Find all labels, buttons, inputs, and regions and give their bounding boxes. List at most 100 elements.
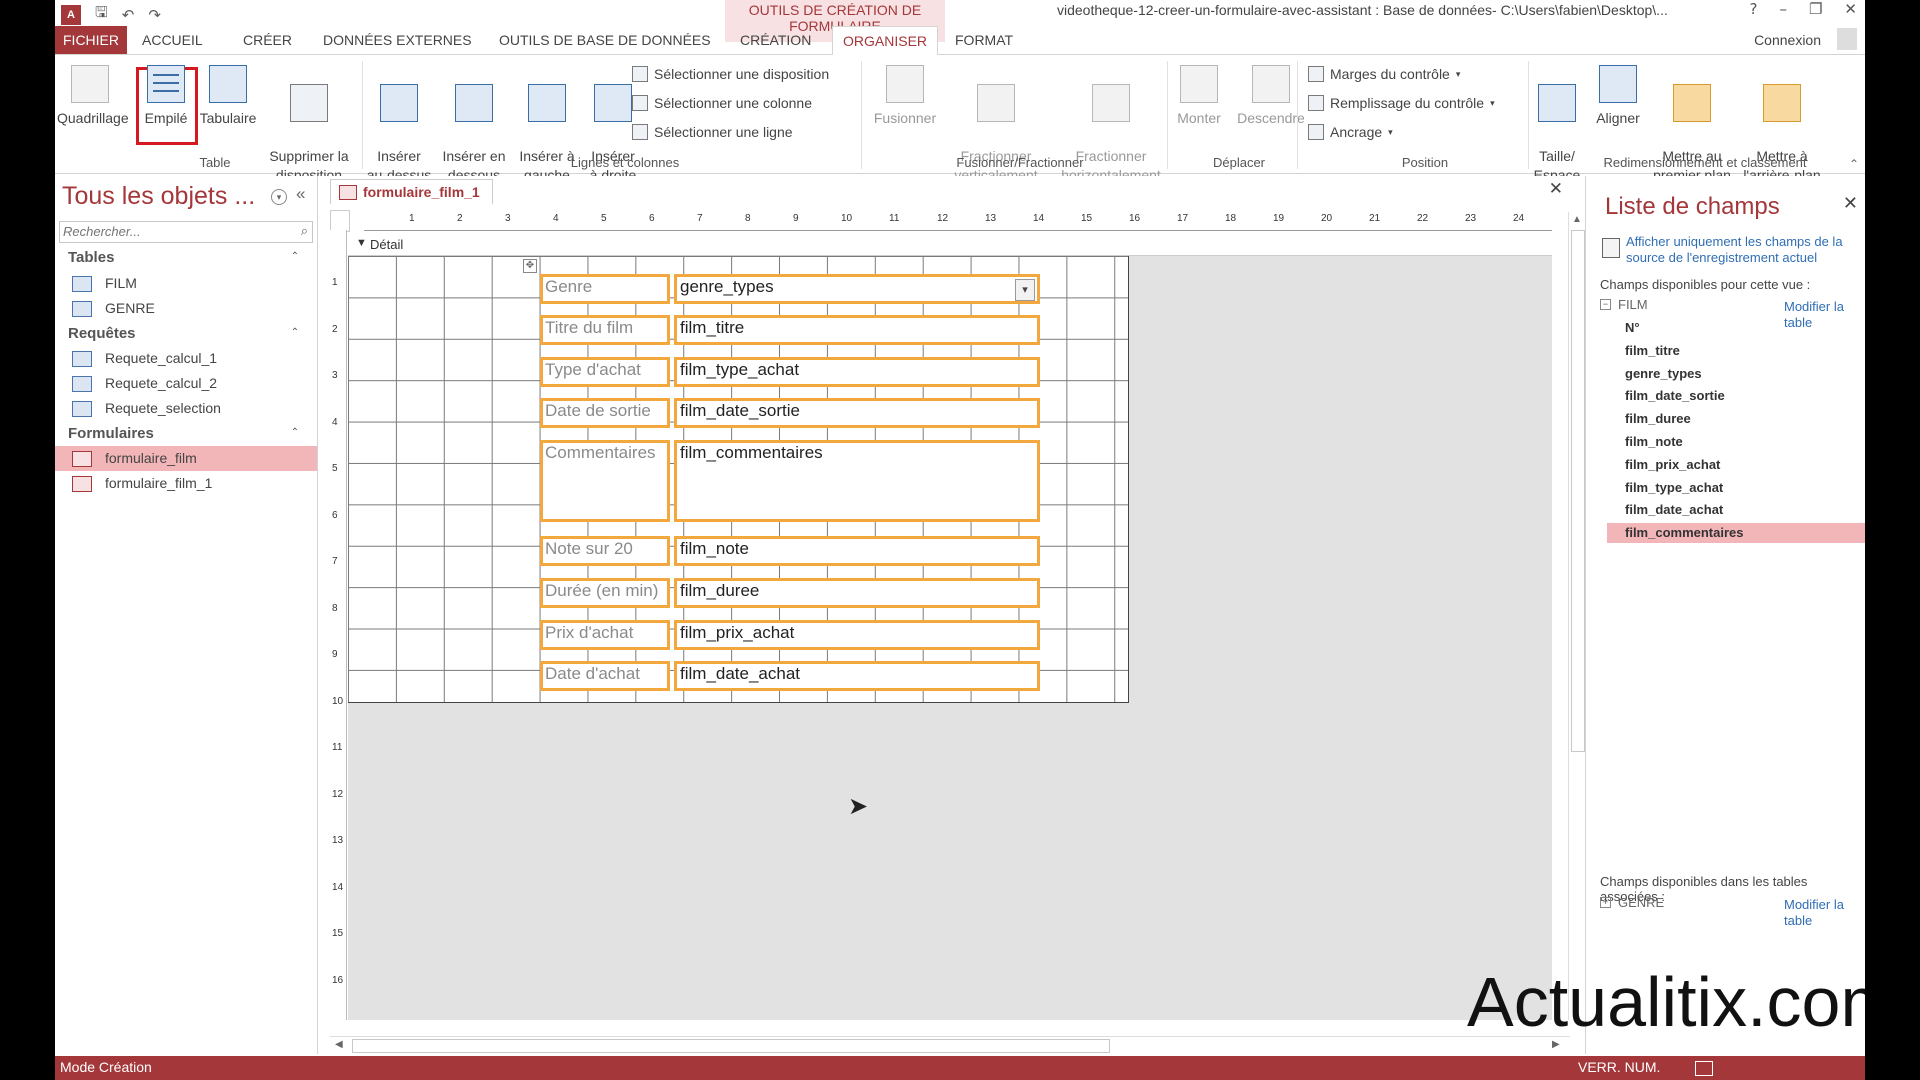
help-button[interactable]: ? — [1750, 0, 1758, 18]
textbox-film-date-achat[interactable]: film_date_achat — [674, 661, 1040, 691]
select-column-button[interactable]: Sélectionner une colonne — [632, 95, 812, 111]
nav-section-requetes[interactable]: Requêtes ⌃ — [55, 322, 317, 346]
scrollbar-thumb[interactable] — [352, 1039, 1110, 1053]
align-button[interactable]: Aligner — [1588, 65, 1648, 128]
field-item[interactable]: film_titre — [1607, 341, 1865, 361]
collapse-icon[interactable]: ⌃ — [289, 251, 301, 263]
chevron-down-icon[interactable]: ▾ — [1015, 279, 1035, 301]
nav-pane-title[interactable]: Tous les objets ... — [62, 182, 255, 211]
nav-section-formulaires[interactable]: Formulaires ⌃ — [55, 422, 317, 446]
scrollbar-thumb[interactable] — [1571, 230, 1585, 752]
label-note[interactable]: Note sur 20 — [540, 536, 670, 566]
scroll-left-icon[interactable]: ◀ — [335, 1039, 343, 1050]
control-padding-button[interactable]: Remplissage du contrôle ▾ — [1308, 95, 1495, 111]
nav-item-requete-calcul-2[interactable]: Requete_calcul_2 — [55, 371, 317, 396]
label-titre-film[interactable]: Titre du film — [540, 315, 670, 345]
field-item[interactable]: film_prix_achat — [1607, 455, 1865, 475]
nav-menu-dropdown-icon[interactable]: ▾ — [271, 189, 287, 205]
show-source-fields-link[interactable]: Afficher uniquement les champs de la sou… — [1626, 234, 1856, 266]
expand-icon[interactable]: + — [1600, 897, 1611, 908]
search-input[interactable] — [60, 222, 286, 240]
nav-shutter-icon[interactable]: « — [296, 184, 305, 204]
form-detail-grid[interactable]: ✥ Genre genre_types ▾ Titre du film film… — [348, 256, 1129, 703]
nav-item-genre[interactable]: GENRE — [55, 296, 317, 321]
tab-accueil[interactable]: ACCUEIL — [132, 26, 213, 54]
layout-move-handle-icon[interactable]: ✥ — [523, 259, 537, 273]
remove-layout-button[interactable]: Supprimer la disposition — [261, 65, 357, 185]
field-item-selected[interactable]: film_commentaires — [1607, 523, 1865, 543]
edit-related-table-link[interactable]: Modifier la table — [1784, 897, 1865, 929]
label-genre[interactable]: Genre — [540, 274, 670, 304]
stacked-button[interactable]: Empilé — [138, 65, 194, 128]
horizontal-scrollbar[interactable]: ◀ ▶ — [330, 1036, 1570, 1053]
collapse-ribbon-icon[interactable]: ⌃ — [1849, 157, 1859, 171]
collapse-icon[interactable]: − — [1600, 299, 1611, 310]
tab-format[interactable]: FORMAT — [945, 26, 1023, 54]
redo-icon[interactable]: ↷ — [148, 6, 161, 24]
form-selector[interactable] — [330, 210, 350, 232]
field-item[interactable]: film_duree — [1607, 409, 1865, 429]
textbox-film-note[interactable]: film_note — [674, 536, 1040, 566]
tabular-button[interactable]: Tabulaire — [195, 65, 261, 128]
tab-donnees-externes[interactable]: DONNÉES EXTERNES — [313, 26, 482, 54]
tab-outils-bdd[interactable]: OUTILS DE BASE DE DONNÉES — [489, 26, 721, 54]
textbox-film-commentaires[interactable]: film_commentaires — [674, 440, 1040, 522]
save-icon[interactable]: 🖫 — [95, 2, 108, 27]
vertical-scrollbar[interactable]: ▲ — [1568, 212, 1585, 1020]
label-date-achat[interactable]: Date d'achat — [540, 661, 670, 691]
select-row-button[interactable]: Sélectionner une ligne — [632, 124, 793, 140]
nav-item-formulaire-film-1[interactable]: formulaire_film_1 — [55, 471, 317, 496]
design-view-icon[interactable] — [1695, 1061, 1713, 1076]
close-icon[interactable]: ✕ — [1844, 0, 1857, 18]
field-item[interactable]: genre_types — [1607, 364, 1865, 384]
tab-creer[interactable]: CRÉER — [233, 26, 302, 54]
nav-section-tables[interactable]: Tables ⌃ — [55, 246, 317, 270]
nav-item-requete-selection[interactable]: Requete_selection — [55, 396, 317, 421]
anchoring-button[interactable]: Ancrage ▾ — [1308, 124, 1393, 140]
combo-genre-types[interactable]: genre_types ▾ — [674, 274, 1040, 304]
nav-item-film[interactable]: FILM — [55, 271, 317, 296]
nav-search-box[interactable]: ⌕ — [59, 221, 313, 243]
minimize-icon[interactable]: – — [1779, 0, 1787, 18]
field-item[interactable]: film_note — [1607, 432, 1865, 452]
connexion-link[interactable]: Connexion — [1754, 32, 1821, 48]
insert-above-button[interactable]: Insérer au-dessus — [364, 65, 434, 185]
restore-icon[interactable]: ❐ — [1809, 0, 1822, 18]
textbox-film-titre[interactable]: film_titre — [674, 315, 1040, 345]
control-margins-button[interactable]: Marges du contrôle ▾ — [1308, 66, 1460, 82]
scroll-up-icon[interactable]: ▲ — [1572, 214, 1582, 225]
doc-tab-formulaire-film-1[interactable]: formulaire_film_1 — [330, 179, 493, 204]
tab-fichier[interactable]: FICHIER — [55, 26, 127, 54]
collapse-icon[interactable]: ⌃ — [289, 427, 301, 439]
nav-item-formulaire-film[interactable]: formulaire_film — [55, 446, 317, 471]
label-date-sortie[interactable]: Date de sortie — [540, 398, 670, 428]
textbox-film-duree[interactable]: film_duree — [674, 578, 1040, 608]
move-down-button[interactable]: Descendre — [1231, 65, 1311, 128]
label-type-achat[interactable]: Type d'achat — [540, 357, 670, 387]
insert-below-button[interactable]: Insérer en dessous — [434, 65, 514, 185]
tab-organiser[interactable]: ORGANISER — [832, 26, 939, 56]
textbox-film-type-achat[interactable]: film_type_achat — [674, 357, 1040, 387]
label-prix-achat[interactable]: Prix d'achat — [540, 620, 670, 650]
close-icon[interactable]: ✕ — [1843, 193, 1858, 214]
label-commentaires[interactable]: Commentaires — [540, 440, 670, 522]
select-layout-button[interactable]: Sélectionner une disposition — [632, 66, 829, 82]
textbox-film-prix-achat[interactable]: film_prix_achat — [674, 620, 1040, 650]
label-duree[interactable]: Durée (en min) — [540, 578, 670, 608]
move-up-button[interactable]: Monter — [1167, 65, 1231, 128]
field-table-film[interactable]: − FILM — [1600, 297, 1648, 312]
close-document-icon[interactable]: ✕ — [1549, 179, 1563, 199]
detail-section-bar[interactable]: ▼ Détail — [348, 235, 1552, 256]
undo-icon[interactable]: ↶ — [122, 6, 135, 24]
field-item[interactable]: film_type_achat — [1607, 478, 1865, 498]
field-table-genre[interactable]: + GENRE — [1600, 895, 1664, 910]
gridlines-button[interactable]: Quadrillage — [57, 65, 129, 128]
collapse-icon[interactable]: ⌃ — [289, 327, 301, 339]
merge-button[interactable]: Fusionner — [863, 65, 947, 128]
tab-creation[interactable]: CRÉATION — [730, 26, 821, 54]
field-item[interactable]: N° — [1607, 318, 1865, 338]
search-icon[interactable]: ⌕ — [301, 223, 308, 239]
field-item[interactable]: film_date_achat — [1607, 500, 1865, 520]
field-item[interactable]: film_date_sortie — [1607, 386, 1865, 406]
avatar[interactable] — [1837, 28, 1857, 50]
